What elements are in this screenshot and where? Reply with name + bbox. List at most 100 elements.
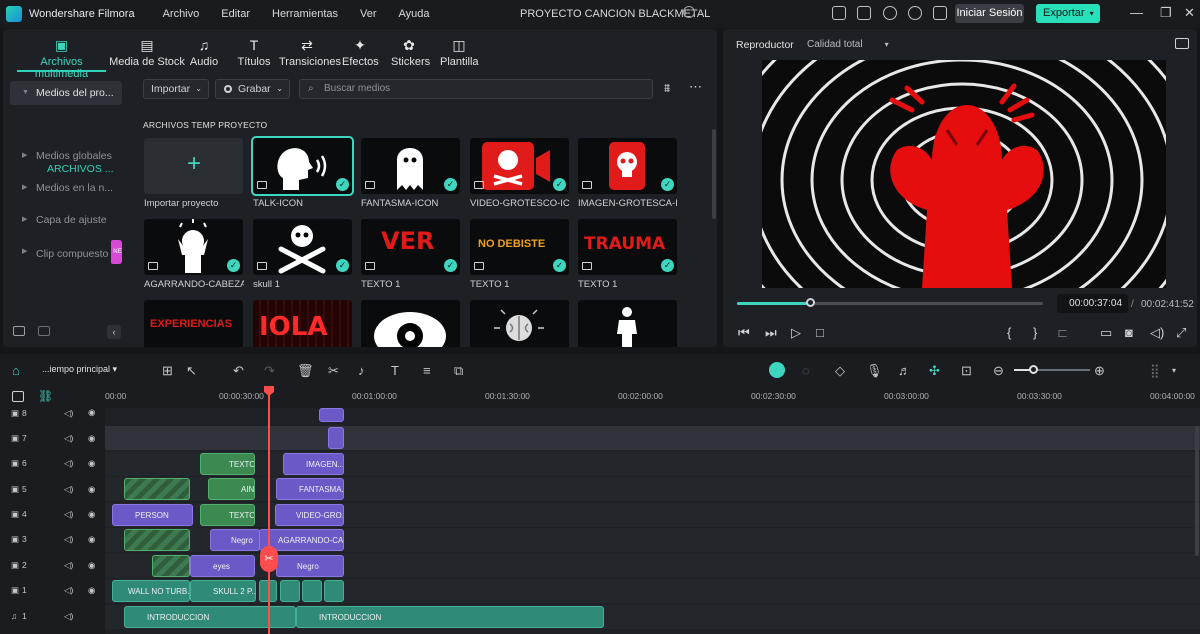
clip-texto[interactable]: AIN	[208, 478, 255, 500]
eye-icon[interactable]: ◉	[88, 560, 95, 571]
stop-icon[interactable]: □	[816, 325, 824, 340]
tab-plantilla[interactable]: ◫ Plantilla	[440, 37, 479, 68]
tab-audio[interactable]: ♫ Audio	[186, 37, 222, 68]
media-tile-video-grotesco[interactable]: ✓	[470, 138, 569, 194]
play-icon[interactable]: ▷	[791, 325, 801, 341]
speaker-icon[interactable]: ◁)	[64, 534, 73, 545]
monitor-icon[interactable]	[832, 6, 846, 20]
speaker-icon[interactable]: ◁)	[64, 611, 73, 622]
snapshot-settings-icon[interactable]	[1175, 38, 1189, 49]
trim-icon[interactable]: ⊏	[1057, 325, 1068, 341]
timeline-scrollbar[interactable]	[1195, 426, 1199, 556]
media-tile-person[interactable]	[578, 300, 677, 347]
cloud-upload-icon[interactable]	[883, 6, 897, 20]
speaker-icon[interactable]: ◁)	[64, 585, 73, 596]
eye-icon[interactable]: ◉	[88, 484, 95, 495]
speaker-icon[interactable]: ◁)	[64, 560, 73, 571]
audio-clip-introduccion[interactable]: INTRODUCCION	[124, 606, 296, 628]
camera-icon[interactable]: ◙	[1125, 325, 1133, 340]
minimize-icon[interactable]: —	[1130, 5, 1143, 20]
new-folder-icon[interactable]	[13, 326, 25, 336]
clip[interactable]	[280, 580, 300, 602]
mark-in-icon[interactable]: {	[1007, 325, 1011, 340]
speaker-icon[interactable]: ◁)	[64, 484, 73, 495]
media-tile-texto-no-debiste[interactable]: NO DEBISTE ✓	[470, 219, 569, 275]
tab-titulos[interactable]: T Títulos	[236, 37, 272, 68]
split-scissors-icon[interactable]: ✂	[260, 546, 278, 572]
collapse-sidebar-icon[interactable]: ‹	[107, 325, 121, 339]
media-tile-brain[interactable]	[470, 300, 569, 347]
clip-wall[interactable]: WALL NO TURB...	[112, 580, 190, 602]
text-icon[interactable]: T	[391, 363, 399, 378]
clip-fantasma[interactable]: FANTASMA...	[276, 478, 344, 500]
timeline-selector[interactable]: ...iempo principal ▾	[42, 364, 117, 375]
fit-icon[interactable]: ⊡	[961, 363, 972, 379]
media-tile-imagen-grotesca[interactable]: ✓	[578, 138, 677, 194]
media-tile-texto-trauma[interactable]: TRAUMA ✓	[578, 219, 677, 275]
transform-icon[interactable]: ⧉	[454, 363, 463, 379]
clip-video-grotesco[interactable]: VIDEO-GRO...	[275, 504, 344, 526]
eye-icon[interactable]: ◉	[88, 509, 95, 520]
notifications-icon[interactable]	[933, 6, 947, 20]
menu-editar[interactable]: Editar	[221, 8, 250, 20]
more-options-icon[interactable]: ⋯	[689, 79, 702, 95]
motion-icon[interactable]: ◌	[802, 363, 810, 378]
clip-person[interactable]: PERSON	[112, 504, 193, 526]
media-scrollbar[interactable]	[712, 129, 716, 219]
adjust-icon[interactable]: ≡	[423, 363, 431, 378]
microphone-icon[interactable]: 🎙	[866, 363, 883, 379]
select-arrow-icon[interactable]: ↖	[186, 363, 197, 379]
tab-efectos[interactable]: ✦ Efectos	[342, 37, 379, 68]
folder-icon[interactable]	[38, 326, 50, 336]
speaker-icon[interactable]: ◁)	[64, 433, 73, 444]
maximize-icon[interactable]: ❐	[1160, 5, 1172, 21]
current-time[interactable]: 00:00:37:04	[1057, 294, 1128, 313]
delete-icon[interactable]: 🗑	[297, 363, 314, 379]
menu-herramientas[interactable]: Herramientas	[272, 8, 338, 20]
marker-icon[interactable]: ◇	[835, 363, 845, 379]
clip-video[interactable]	[124, 529, 190, 551]
zoom-in-icon[interactable]: ⊕	[1094, 363, 1105, 379]
split-scissors-icon[interactable]: ✂	[328, 363, 339, 379]
sidebar-item-medios-nube[interactable]: ▶ Medios en la n...	[10, 176, 122, 200]
quality-dropdown[interactable]: Calidad total ▾	[807, 39, 889, 50]
save-icon[interactable]	[857, 6, 871, 20]
record-dropdown[interactable]: Grabar ⌄	[215, 79, 290, 99]
layout-icon[interactable]: ⣿	[1150, 363, 1160, 379]
progress-handle[interactable]	[806, 298, 816, 307]
media-tile-eye[interactable]	[361, 300, 460, 347]
video-preview[interactable]	[762, 60, 1166, 288]
import-project-tile[interactable]: +	[144, 138, 243, 194]
clip-texto[interactable]: TEXTO 1	[200, 504, 255, 526]
media-tile-texto-ver[interactable]: VER ✓	[361, 219, 460, 275]
mark-out-icon[interactable]: }	[1033, 325, 1037, 340]
home-icon[interactable]: ⌂	[12, 363, 20, 378]
menu-archivo[interactable]: Archivo	[163, 8, 200, 20]
volume-icon[interactable]: ◁)	[1150, 325, 1164, 341]
media-tile-agarrando-cabeza[interactable]: ✓	[144, 219, 243, 275]
clip-texto[interactable]: TEXTO 1	[200, 453, 255, 475]
playhead[interactable]	[268, 386, 270, 634]
close-icon[interactable]: ✕	[1184, 5, 1195, 21]
clip[interactable]	[302, 580, 322, 602]
headset-icon[interactable]	[908, 6, 922, 20]
media-tile-experiencias[interactable]: EXPERIENCIAS	[144, 300, 243, 347]
clip-video[interactable]	[124, 478, 190, 500]
snap-icon[interactable]: ✣	[929, 363, 940, 379]
zoom-handle[interactable]	[1029, 365, 1038, 374]
clip[interactable]	[324, 580, 344, 602]
tab-transiciones[interactable]: ⇄ Transiciones	[279, 37, 341, 68]
import-dropdown[interactable]: Importar ⌄	[143, 79, 209, 99]
chevron-down-icon[interactable]: ▾	[1172, 366, 1176, 375]
fullscreen-icon[interactable]: ⤢	[1176, 325, 1186, 341]
audio-clip-introduccion[interactable]: INTRODUCCION	[296, 606, 604, 628]
filter-icon[interactable]: ⩩	[664, 81, 670, 96]
media-tile-skull[interactable]: ✓	[253, 219, 352, 275]
clip-negro[interactable]: Negro	[210, 529, 260, 551]
clip-eyes[interactable]: eyes	[190, 555, 255, 577]
media-tile-talk-icon[interactable]: ✓	[251, 136, 354, 196]
add-track-icon[interactable]	[12, 391, 24, 402]
next-frame-icon[interactable]: ⏭	[765, 325, 777, 341]
media-tile-fantasma-icon[interactable]: ✓	[361, 138, 460, 194]
sidebar-item-clip-compuesto[interactable]: ▶ Clip compuesto NEW	[10, 240, 122, 264]
